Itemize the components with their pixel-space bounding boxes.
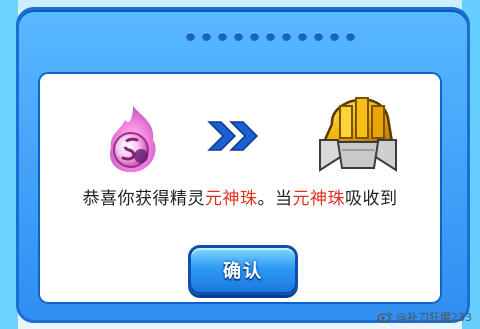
reward-message: 恭喜你获得精灵元神珠。当元神珠吸收到 xyxy=(40,184,440,209)
header-dot xyxy=(250,32,259,41)
confirm-button[interactable]: 确认 xyxy=(188,245,298,295)
header-dot xyxy=(266,32,275,41)
dialog-header-decoration xyxy=(186,32,355,44)
header-dot xyxy=(186,32,195,41)
message-suffix: 吸收到 xyxy=(345,189,398,209)
header-dot xyxy=(314,32,323,41)
header-dot xyxy=(298,32,307,41)
weibo-icon xyxy=(377,312,393,323)
double-chevron-right-icon xyxy=(207,121,259,151)
header-dot xyxy=(234,32,243,41)
item-name-highlight: 元神珠 xyxy=(205,189,258,209)
header-dot xyxy=(282,32,291,41)
item-name-highlight-2: 元神珠 xyxy=(292,189,345,209)
message-prefix: 恭喜你获得精灵 xyxy=(82,189,205,209)
watermark-text: @补刀狂魔233 xyxy=(396,311,472,324)
golden-armor-icon xyxy=(319,97,397,172)
header-dot xyxy=(330,32,339,41)
header-dot xyxy=(202,32,211,41)
watermark: @补刀狂魔233 xyxy=(377,309,472,325)
header-dot xyxy=(218,32,227,41)
message-middle: 。当 xyxy=(257,189,293,209)
header-dot xyxy=(346,32,355,41)
spirit-orb-icon xyxy=(110,106,156,173)
